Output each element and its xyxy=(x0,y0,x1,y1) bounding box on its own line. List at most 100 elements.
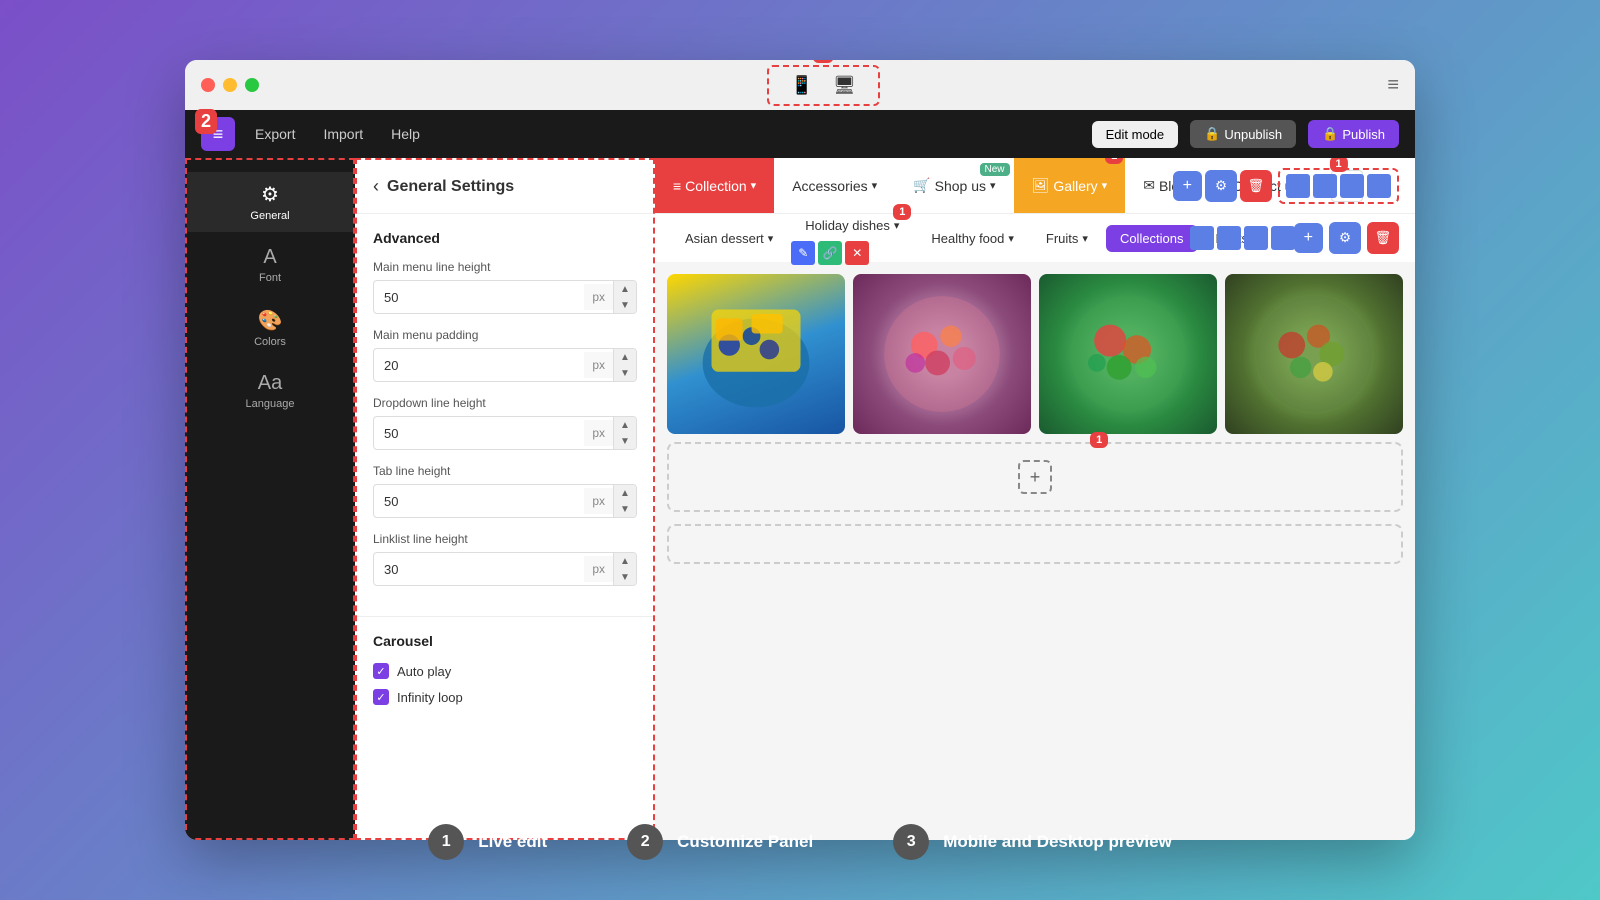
subnav-holiday-wrapper: 1 Holiday dishes ▾ ✎ 🔗 ✕ xyxy=(791,212,913,265)
subnav-delete-btn[interactable]: ✕ xyxy=(845,241,869,265)
legend-label-3: Mobile and Desktop preview xyxy=(943,832,1172,852)
edit-mode-button[interactable]: Edit mode xyxy=(1092,121,1179,148)
sidebar-item-font[interactable]: A Font xyxy=(187,236,353,294)
legend-num-2: 2 xyxy=(627,824,663,860)
unpublish-button[interactable]: 🔒 Unpublish xyxy=(1190,120,1296,148)
advanced-title: Advanced xyxy=(373,230,637,246)
import-button[interactable]: Import xyxy=(315,122,371,146)
autoplay-checkbox[interactable] xyxy=(373,663,389,679)
align-center-btn[interactable] xyxy=(1313,174,1337,198)
legend-num-1: 1 xyxy=(428,824,464,860)
publish-button[interactable]: 🔒 Publish xyxy=(1308,120,1399,148)
align-btn-4[interactable] xyxy=(1271,226,1295,250)
nav-item-shopus[interactable]: 🛒 Shop us ▾ New xyxy=(895,158,1013,213)
tab-line-height-input-row: px ▲ ▼ xyxy=(373,484,637,518)
publish-icon: 🔒 xyxy=(1322,126,1338,142)
legend-item-1: 1 Live edit xyxy=(428,824,547,860)
stepper-up-2[interactable]: ▲ xyxy=(614,349,636,365)
infinity-loop-checkbox[interactable] xyxy=(373,689,389,705)
main-menu-line-height-input[interactable] xyxy=(374,284,584,311)
menu-icon-button[interactable]: ≡ 2 xyxy=(201,117,235,151)
subnav-add-btn[interactable]: + xyxy=(1294,223,1323,253)
subnav-item-healthy[interactable]: Healthy food ▾ xyxy=(917,225,1028,252)
subnav-item-collections[interactable]: Collections xyxy=(1106,225,1198,252)
subnav-settings-btn[interactable]: ⚙ xyxy=(1329,222,1361,254)
infinity-loop-label: Infinity loop xyxy=(397,690,463,705)
settings-back-button[interactable]: ‹ xyxy=(373,176,379,197)
traffic-light-yellow[interactable] xyxy=(223,78,237,92)
stepper-up-4[interactable]: ▲ xyxy=(614,485,636,501)
sidebar-item-language[interactable]: Aa Language xyxy=(187,362,353,420)
new-badge: New xyxy=(980,163,1010,176)
align-justify-btn[interactable] xyxy=(1367,174,1391,198)
align-right-btn[interactable] xyxy=(1340,174,1364,198)
stepper-down-3[interactable]: ▼ xyxy=(614,433,636,449)
colors-icon: 🎨 xyxy=(258,308,283,333)
main-menu-padding-label: Main menu padding xyxy=(373,328,637,342)
stepper-down-5[interactable]: ▼ xyxy=(614,569,636,585)
export-button[interactable]: Export xyxy=(247,122,303,146)
carousel-section: Carousel Auto play Infinity loop xyxy=(357,616,653,731)
blog-icon: ✉ xyxy=(1143,177,1155,194)
nav-item-collection[interactable]: ≡ Collection ▾ xyxy=(655,158,774,213)
add-section-button[interactable]: + xyxy=(1018,460,1052,494)
stepper-up[interactable]: ▲ xyxy=(614,281,636,297)
stepper-down-2[interactable]: ▼ xyxy=(614,365,636,381)
linklist-line-height-label: Linklist line height xyxy=(373,532,637,546)
linklist-line-height-group: Linklist line height px ▲ ▼ xyxy=(373,532,637,586)
add-section-box: 1 + xyxy=(667,442,1403,512)
lock-icon: 🔒 xyxy=(1204,126,1220,142)
stepper-up-5[interactable]: ▲ xyxy=(614,553,636,569)
gallery-img-inner-1 xyxy=(667,274,845,434)
accessories-arrow: ▾ xyxy=(872,179,878,192)
nav-item-accessories[interactable]: Accessories ▾ xyxy=(774,158,895,213)
traffic-light-green[interactable] xyxy=(245,78,259,92)
nav-right-controls: + ⚙ 🗑 1 xyxy=(1173,168,1399,204)
legend-item-2: 2 Customize Panel xyxy=(627,824,813,860)
linklist-line-height-input[interactable] xyxy=(374,556,584,583)
desktop-preview-btn[interactable]: 🖥 xyxy=(827,73,862,98)
browser-titlebar-right: ≡ xyxy=(1387,74,1399,97)
sidebar: ⚙ General A Font 🎨 Colors Aa Language xyxy=(185,158,355,840)
subnav-edit-btn[interactable]: ✎ xyxy=(791,241,815,265)
preview-area: ≡ Collection ▾ Accessories ▾ 🛒 Shop us ▾… xyxy=(655,158,1415,840)
nav-settings-btn[interactable]: ⚙ xyxy=(1205,170,1237,202)
nav-item-gallery[interactable]: 🖼 Gallery ▾ 1 xyxy=(1014,158,1126,213)
nav-align-controls xyxy=(1278,168,1399,204)
align-left-btn[interactable] xyxy=(1286,174,1310,198)
gallery-image-3 xyxy=(1039,274,1217,434)
dropdown-line-height-input[interactable] xyxy=(374,420,584,447)
nav-delete-btn[interactable]: 🗑 xyxy=(1240,170,1272,202)
subnav-link-btn[interactable]: 🔗 xyxy=(818,241,842,265)
tab-line-height-input[interactable] xyxy=(374,488,584,515)
badge-3: 3 xyxy=(813,60,834,63)
stepper-down-4[interactable]: ▼ xyxy=(614,501,636,517)
sidebar-item-colors[interactable]: 🎨 Colors xyxy=(187,298,353,358)
main-menu-padding-input[interactable] xyxy=(374,352,584,379)
subnav-item-fruits[interactable]: Fruits ▾ xyxy=(1032,225,1102,252)
align-btn-1[interactable] xyxy=(1190,226,1214,250)
subnav-item-asian[interactable]: Asian dessert ▾ xyxy=(671,225,787,252)
subnav-align-controls xyxy=(1190,226,1295,250)
tab-line-height-label: Tab line height xyxy=(373,464,637,478)
shopus-arrow: ▾ xyxy=(990,179,996,192)
subnav-delete-btn2[interactable]: 🗑 xyxy=(1367,222,1399,254)
align-btn-2[interactable] xyxy=(1217,226,1241,250)
gallery-img-inner-4 xyxy=(1225,274,1403,434)
subnav-right-controls: + ⚙ 🗑 xyxy=(1294,222,1399,254)
align-btn-3[interactable] xyxy=(1244,226,1268,250)
shopus-icon: 🛒 xyxy=(913,177,930,194)
advanced-section: Advanced Main menu line height px ▲ ▼ Ma… xyxy=(357,214,653,616)
help-button[interactable]: Help xyxy=(383,122,428,146)
traffic-light-red[interactable] xyxy=(201,78,215,92)
hamburger-icon[interactable]: ≡ xyxy=(1387,74,1399,97)
nav-add-btn-blue[interactable]: + xyxy=(1173,171,1202,201)
stepper-down[interactable]: ▼ xyxy=(614,297,636,313)
main-menu-padding-group: Main menu padding px ▲ ▼ xyxy=(373,328,637,382)
stepper-up-3[interactable]: ▲ xyxy=(614,417,636,433)
mobile-preview-btn[interactable]: 📱 xyxy=(785,73,819,98)
sidebar-item-general[interactable]: ⚙ General xyxy=(187,172,353,232)
sub-nav: Asian dessert ▾ 1 Holiday dishes ▾ ✎ 🔗 ✕ xyxy=(655,214,1415,262)
gallery-arrow: ▾ xyxy=(1102,179,1108,192)
general-icon: ⚙ xyxy=(261,182,279,207)
